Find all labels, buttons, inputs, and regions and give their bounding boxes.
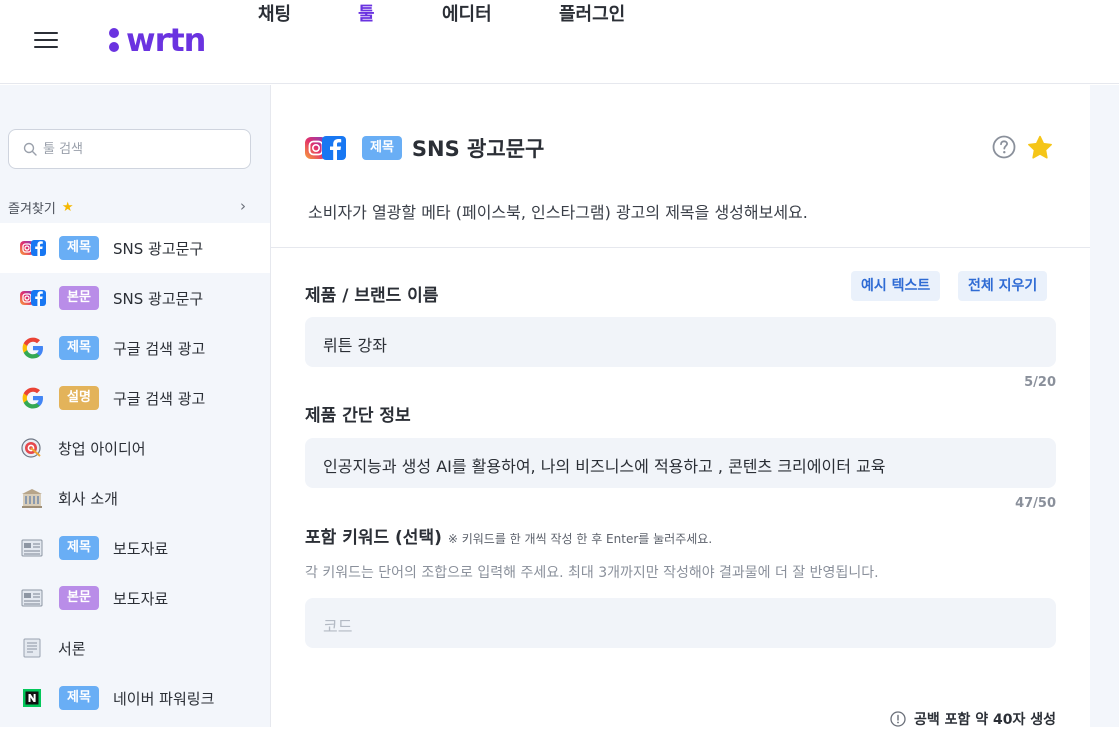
chevron-right-icon[interactable]: › [240,197,246,215]
product-info-value: 인공지능과 생성 AI를 활용하여, 나의 비즈니스에 적용하고 , 콘텐츠 크… [323,457,886,476]
sidebar-item-company-intro[interactable]: 회사 소개 [0,473,270,523]
favorites-label: 즐겨찾기 [8,201,56,217]
sidebar-item-google-desc[interactable]: 설명 구글 검색 광고 [0,373,270,423]
badge-description: 설명 [59,386,99,410]
sidebar-item-label: 보도자료 [113,540,169,558]
sidebar-item-label: SNS 광고문구 [113,290,204,308]
keywords-label-text: 포함 키워드 (선택) [305,528,442,548]
sidebar-item-label: 네이버 파워링크 [113,690,215,708]
brand-name-label: 제품 / 브랜드 이름 [305,286,439,306]
badge-title: 제목 [59,336,99,360]
sidebar-item-startup-ideas[interactable]: 창업 아이디어 [0,423,270,473]
sidebar-item-label: 창업 아이디어 [58,440,146,458]
badge-title: 제목 [59,236,99,260]
help-icon[interactable] [992,135,1016,159]
instagram-facebook-icon [305,136,346,160]
nav-chat[interactable]: 채팅 [258,0,291,26]
sidebar-item-introduction[interactable]: 서론 [0,623,270,673]
star-icon: ★ [61,199,74,215]
wrtn-logo[interactable]: wrtn [108,20,206,60]
google-icon [22,337,43,359]
badge-body: 본문 [59,586,99,610]
newspaper-icon [21,539,43,557]
product-info-label: 제품 간단 정보 [305,406,411,426]
product-info-counter: 47/50 [1015,496,1056,511]
top-header: wrtn 채팅 툴 에디터 플러그인 [0,0,1119,84]
badge-title: 제목 [59,686,99,710]
keywords-input[interactable]: 코드 [305,598,1056,648]
brand-name-value: 뤼튼 강좌 [323,336,387,355]
page-title: SNS 광고문구 [411,137,545,161]
tool-title-row: 제목 SNS 광고문구 [305,133,544,163]
tool-description: 소비자가 열광할 메타 (페이스북, 인스타그램) 광고의 제목을 생성해보세요… [308,203,808,222]
product-info-input[interactable]: 인공지능과 생성 AI를 활용하여, 나의 비즈니스에 적용하고 , 콘텐츠 크… [305,438,1056,488]
naver-icon [23,689,41,707]
target-icon [21,438,41,458]
document-icon [23,638,41,658]
badge-title: 제목 [59,536,99,560]
divider [271,247,1090,248]
sidebar-item-label: 서론 [58,640,86,658]
tool-panel: 제목 SNS 광고문구 소비자가 열광할 메타 (페이스북, 인스타그램) 광고… [271,85,1090,729]
menu-icon[interactable] [34,31,58,49]
sidebar-item-label: 보도자료 [113,590,169,608]
favorite-star-icon[interactable] [1026,134,1054,162]
keywords-note: ※ 키워드를 한 개씩 작성 한 후 Enter를 눌러주세요. [447,532,713,546]
instagram-facebook-icon [20,240,46,256]
sidebar-item-press-title[interactable]: 제목 보도자료 [0,523,270,573]
sidebar-item-google-title[interactable]: 제목 구글 검색 광고 [0,323,270,373]
nav-plugins[interactable]: 플러그인 [559,0,625,26]
building-icon [22,489,42,508]
sidebar: 즐겨찾기 ★ › 제목 SNS 광고문구 [0,85,271,727]
keywords-placeholder: 코드 [323,617,353,636]
instagram-facebook-icon [20,290,46,306]
example-text-button[interactable]: 예시 텍스트 [851,271,941,301]
nav-editor[interactable]: 에디터 [442,0,492,26]
generation-length-note: 공백 포함 약 40자 생성 [890,709,1056,729]
title-badge: 제목 [362,136,402,160]
sidebar-item-label: 구글 검색 광고 [113,340,206,358]
search-icon [23,142,37,156]
sidebar-item-sns-body[interactable]: 본문 SNS 광고문구 [0,273,270,323]
tool-search[interactable] [8,129,251,169]
right-gutter [1090,85,1119,727]
badge-body: 본문 [59,286,99,310]
keywords-help: 각 키워드는 단어의 조합으로 입력해 주세요. 최대 3개까지만 작성해야 결… [305,565,879,581]
google-icon [22,387,43,409]
sidebar-item-naver-powerlink[interactable]: 제목 네이버 파워링크 [0,673,270,723]
info-icon [890,711,906,727]
generation-length-text: 공백 포함 약 40자 생성 [913,712,1056,728]
search-input[interactable] [43,138,233,160]
nav-tools[interactable]: 툴 [358,0,375,26]
favorites-header[interactable]: 즐겨찾기 ★ › [8,197,246,217]
clear-all-button[interactable]: 전체 지우기 [958,271,1048,301]
sidebar-item-label: SNS 광고문구 [113,240,204,258]
keywords-label: 포함 키워드 (선택) ※ 키워드를 한 개씩 작성 한 후 Enter를 눌러주… [305,523,712,548]
newspaper-icon [21,589,43,607]
brand-name-input[interactable]: 뤼튼 강좌 [305,317,1056,367]
sidebar-item-press-body[interactable]: 본문 보도자료 [0,573,270,623]
sidebar-item-label: 회사 소개 [58,490,118,508]
sidebar-item-sns-title[interactable]: 제목 SNS 광고문구 [0,223,270,273]
sidebar-item-label: 구글 검색 광고 [113,390,206,408]
favorites-list: 제목 SNS 광고문구 본문 SNS 광고문구 제목 구글 검색 광고 설명 구… [0,223,270,723]
brand-name-counter: 5/20 [1024,375,1056,390]
